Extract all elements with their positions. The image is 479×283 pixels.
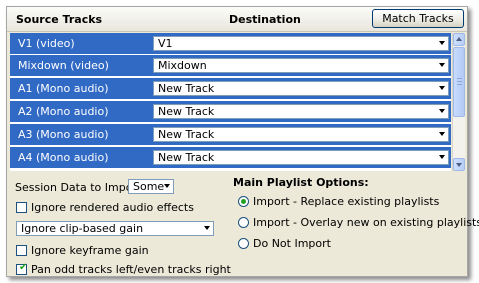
destination-value: New Track <box>158 105 215 118</box>
clip-gain-value: Ignore clip-based gain <box>21 222 144 235</box>
destination-value: Mixdown <box>158 59 207 72</box>
session-data-label: Session Data to Import: <box>15 181 145 194</box>
chevron-down-icon <box>439 41 445 45</box>
match-tracks-button[interactable]: Match Tracks <box>372 9 464 28</box>
radio-selected-dot <box>241 199 246 204</box>
scroll-up-arrow-icon[interactable] <box>453 33 465 46</box>
destination-select[interactable]: V1 <box>153 36 449 51</box>
clip-gain-select[interactable]: Ignore clip-based gain <box>16 221 214 236</box>
destination-value: V1 <box>158 37 173 50</box>
radio-label: Import - Overlay new on existing playlis… <box>253 216 479 229</box>
import-session-data-panel: Source Tracks Destination Match Tracks V… <box>6 6 479 277</box>
checkmark-icon: ✔ <box>19 262 28 273</box>
track-row[interactable]: A1 (Mono audio) New Track <box>10 78 451 100</box>
pan-tracks-checkbox[interactable]: ✔ <box>16 262 28 275</box>
grip-line <box>457 84 462 85</box>
ignore-rendered-audio-checkbox[interactable] <box>16 202 27 213</box>
chevron-down-icon <box>439 86 445 90</box>
radio-import-replace[interactable] <box>238 196 249 207</box>
destination-value: New Track <box>158 82 215 95</box>
session-data-select[interactable]: Some <box>128 179 174 194</box>
destination-select[interactable]: Mixdown <box>153 58 449 73</box>
pan-tracks-label: Pan odd tracks left/even tracks right <box>31 263 231 276</box>
ignore-rendered-audio-label: Ignore rendered audio effects <box>31 201 194 214</box>
destination-select[interactable]: New Track <box>153 150 449 165</box>
radio-label: Do Not Import <box>253 237 331 250</box>
source-track-label: A4 (Mono audio) <box>18 151 109 164</box>
session-data-value: Some <box>133 180 165 193</box>
source-track-label: A3 (Mono audio) <box>18 128 109 141</box>
scroll-down-arrow-icon[interactable] <box>453 158 465 171</box>
source-tracks-heading: Source Tracks <box>16 13 103 26</box>
destination-select[interactable]: New Track <box>153 104 449 119</box>
ignore-keyframe-gain-checkbox[interactable] <box>16 245 27 256</box>
source-track-label: A2 (Mono audio) <box>18 105 109 118</box>
destination-value: New Track <box>158 151 215 164</box>
track-row[interactable]: V1 (video) V1 <box>10 33 451 55</box>
chevron-down-icon <box>204 226 210 230</box>
track-row[interactable]: A4 (Mono audio) New Track <box>10 147 451 169</box>
source-track-label: V1 (video) <box>18 37 75 50</box>
destination-value: New Track <box>158 128 215 141</box>
chevron-down-icon <box>439 132 445 136</box>
track-list-scrollbar[interactable] <box>452 33 465 171</box>
chevron-down-icon <box>439 109 445 113</box>
track-row[interactable]: A2 (Mono audio) New Track <box>10 101 451 123</box>
chevron-down-icon <box>439 63 445 67</box>
track-row[interactable]: A3 (Mono audio) New Track <box>10 124 451 146</box>
chevron-down-icon <box>439 155 445 159</box>
track-mapping-list: V1 (video) V1 Mixdown (video) Mixdown A1… <box>10 33 451 171</box>
track-row[interactable]: Mixdown (video) Mixdown <box>10 55 451 77</box>
main-playlist-options-heading: Main Playlist Options: <box>233 176 369 189</box>
destination-select[interactable]: New Track <box>153 81 449 96</box>
grip-line <box>457 81 462 82</box>
ignore-keyframe-gain-label: Ignore keyframe gain <box>31 244 149 257</box>
track-list-header: Source Tracks Destination Match Tracks <box>7 7 467 32</box>
radio-import-overlay[interactable] <box>238 217 249 228</box>
radio-do-not-import[interactable] <box>238 238 249 249</box>
scroll-thumb[interactable] <box>453 47 465 117</box>
destination-select[interactable]: New Track <box>153 127 449 142</box>
source-track-label: Mixdown (video) <box>18 59 109 72</box>
source-track-label: A1 (Mono audio) <box>18 82 109 95</box>
destination-heading: Destination <box>229 13 301 26</box>
radio-label: Import - Replace existing playlists <box>253 195 440 208</box>
grip-line <box>457 78 462 79</box>
chevron-down-icon <box>164 184 170 188</box>
